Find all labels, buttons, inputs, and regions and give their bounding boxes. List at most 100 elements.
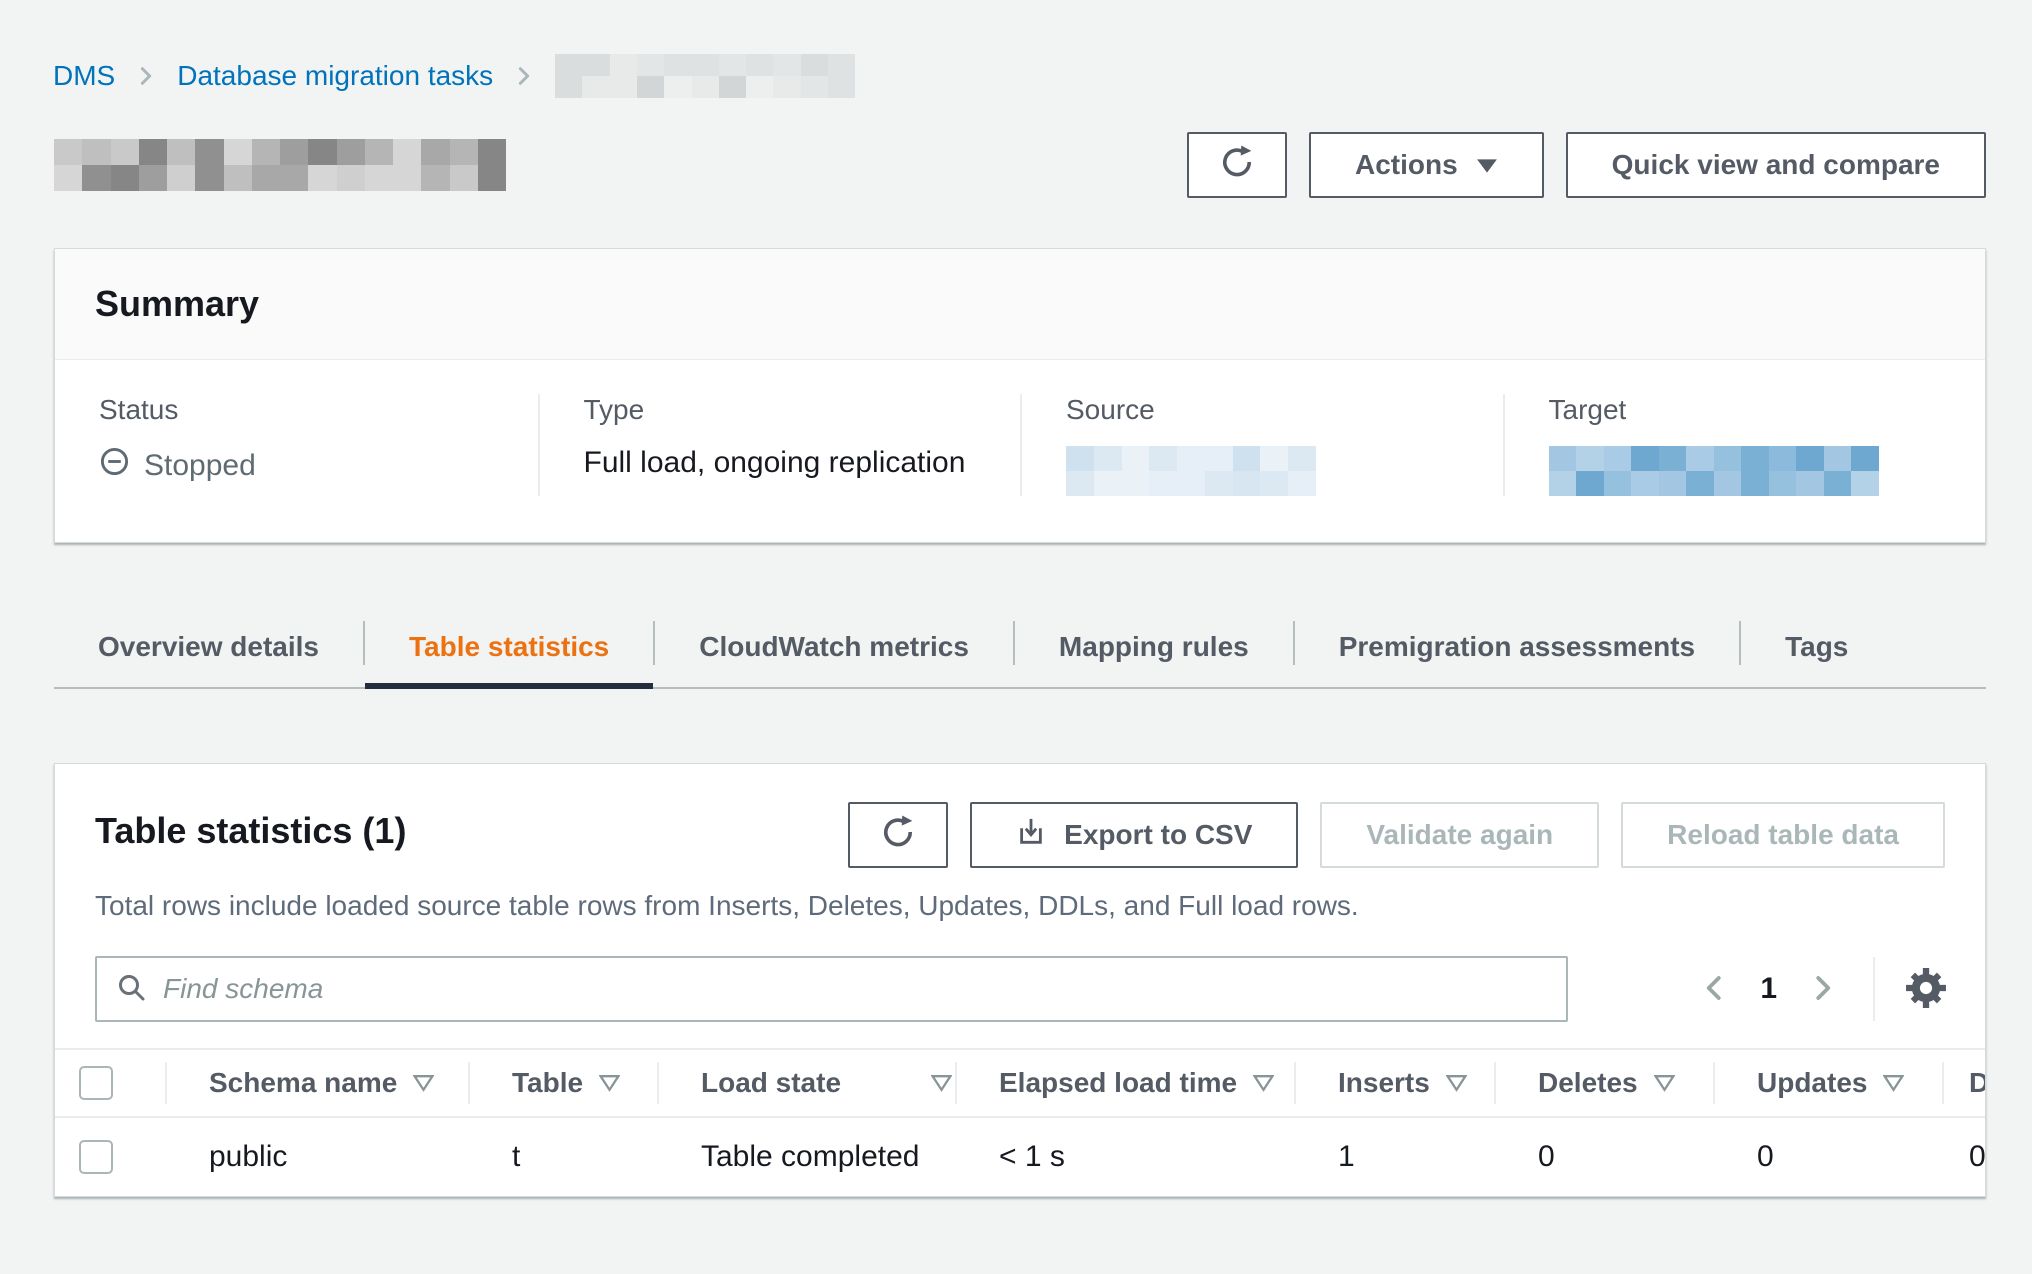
cell-ddls: 0 (1942, 1118, 1986, 1196)
gear-icon (1905, 967, 1947, 1012)
reload-table-data-button[interactable]: Reload table data (1621, 802, 1945, 868)
refresh-icon (881, 815, 915, 856)
cell-updates: 0 (1713, 1118, 1942, 1196)
column-header-ddls[interactable]: DDLs (1942, 1050, 1986, 1116)
schema-search-box (95, 956, 1568, 1022)
quick-view-and-compare-button[interactable]: Quick view and compare (1566, 132, 1986, 198)
column-label: Load state (701, 1067, 841, 1099)
previous-page-button[interactable] (1694, 971, 1736, 1008)
column-label: Schema name (209, 1067, 397, 1099)
chevron-left-icon (1700, 971, 1730, 1008)
column-label: DDLs (1969, 1067, 1986, 1099)
summary-field-type: Type Full load, ongoing replication (538, 394, 1021, 496)
search-icon (115, 971, 147, 1008)
status-label: Status (99, 394, 494, 426)
find-schema-input[interactable] (163, 973, 1548, 1005)
tab-cloudwatch-metrics[interactable]: CloudWatch metrics (655, 607, 1013, 687)
pagination: 1 (1694, 957, 1947, 1021)
column-header-elapsed-load-time[interactable]: Elapsed load time (955, 1050, 1294, 1116)
table-tool-row: 1 (55, 922, 1985, 1048)
cell-schema-name: public (165, 1118, 468, 1196)
sort-triangle-icon (1446, 1074, 1467, 1092)
column-header-deletes[interactable]: Deletes (1494, 1050, 1713, 1116)
actions-button[interactable]: Actions (1309, 132, 1544, 198)
page-header-actions: Actions Quick view and compare (1187, 132, 1986, 198)
column-header-load-state[interactable]: Load state (657, 1050, 955, 1116)
type-label: Type (584, 394, 977, 426)
actions-button-label: Actions (1355, 149, 1458, 181)
download-icon (1016, 817, 1046, 854)
current-page-number: 1 (1736, 972, 1801, 1006)
tab-bar: Overview details Table statistics CloudW… (54, 607, 1986, 689)
sort-triangle-icon (1883, 1074, 1904, 1092)
tab-overview-details[interactable]: Overview details (54, 607, 363, 687)
chevron-right-icon (513, 63, 535, 89)
cell-elapsed-load-time: < 1 s (955, 1118, 1294, 1196)
sort-triangle-icon (1654, 1074, 1675, 1092)
column-header-table[interactable]: Table (468, 1050, 657, 1116)
refresh-button[interactable] (1187, 132, 1287, 198)
tab-premigration-assessments[interactable]: Premigration assessments (1295, 607, 1739, 687)
sort-triangle-icon (413, 1074, 434, 1092)
breadcrumb-current-redacted (555, 54, 855, 98)
row-checkbox[interactable] (79, 1140, 113, 1174)
source-endpoint-link-redacted[interactable] (1066, 446, 1316, 496)
caret-down-icon (1476, 149, 1498, 181)
table-header-row: Schema name Table Load state Elapsed loa… (55, 1050, 1986, 1118)
column-header-schema-name[interactable]: Schema name (165, 1050, 468, 1116)
cell-inserts: 1 (1294, 1118, 1494, 1196)
quick-view-button-label: Quick view and compare (1612, 149, 1940, 181)
column-label: Elapsed load time (999, 1067, 1237, 1099)
export-to-csv-button[interactable]: Export to CSV (970, 802, 1298, 868)
summary-field-source: Source (1020, 394, 1503, 496)
tab-table-statistics[interactable]: Table statistics (365, 607, 653, 687)
table-settings-button[interactable] (1905, 967, 1947, 1012)
cell-table: t (468, 1118, 657, 1196)
sort-triangle-icon (599, 1074, 620, 1092)
sort-triangle-icon (1253, 1074, 1274, 1092)
tab-mapping-rules[interactable]: Mapping rules (1015, 607, 1293, 687)
table-statistics-title: Table statistics (1) (95, 802, 406, 852)
target-label: Target (1549, 394, 1942, 426)
column-header-updates[interactable]: Updates (1713, 1050, 1942, 1116)
table-statistics-panel: Table statistics (1) (54, 763, 1986, 1197)
type-value: Full load, ongoing replication (584, 446, 977, 480)
summary-panel: Summary Status Stopped Type Full load, o… (54, 248, 1986, 543)
table-statistics-table: Schema name Table Load state Elapsed loa… (55, 1048, 1986, 1196)
column-label: Deletes (1538, 1067, 1638, 1099)
validate-again-button[interactable]: Validate again (1320, 802, 1599, 868)
status-value-text: Stopped (144, 449, 256, 483)
page-title-redacted (54, 139, 506, 191)
breadcrumb: DMS Database migration tasks (0, 0, 2032, 98)
table-refresh-button[interactable] (848, 802, 948, 868)
cell-deletes: 0 (1494, 1118, 1713, 1196)
select-all-checkbox[interactable] (79, 1066, 113, 1100)
table-statistics-buttons: Export to CSV Validate again Reload tabl… (848, 802, 1945, 868)
source-label: Source (1066, 394, 1459, 426)
row-checkbox-cell (55, 1118, 165, 1196)
column-label: Table (512, 1067, 583, 1099)
summary-panel-title: Summary (55, 249, 1985, 360)
refresh-icon (1220, 145, 1254, 186)
circle-minus-icon (99, 446, 130, 485)
breadcrumb-link-dms[interactable]: DMS (53, 60, 115, 92)
status-value: Stopped (99, 446, 494, 485)
breadcrumb-link-tasks[interactable]: Database migration tasks (177, 60, 493, 92)
summary-field-status: Status Stopped (55, 394, 538, 496)
table-row: public t Table completed < 1 s 1 0 0 0 (55, 1118, 1986, 1196)
export-button-label: Export to CSV (1064, 819, 1252, 851)
column-header-inserts[interactable]: Inserts (1294, 1050, 1494, 1116)
tab-tags[interactable]: Tags (1741, 607, 1892, 687)
table-statistics-header: Table statistics (1) (55, 764, 1985, 868)
chevron-right-icon (135, 63, 157, 89)
tool-divider (1873, 957, 1875, 1021)
page-header: Actions Quick view and compare (54, 132, 1986, 198)
target-endpoint-link-redacted[interactable] (1549, 446, 1879, 496)
chevron-right-icon (1807, 971, 1837, 1008)
cell-load-state: Table completed (657, 1118, 955, 1196)
column-label: Inserts (1338, 1067, 1430, 1099)
summary-grid: Status Stopped Type Full load, ongoing r… (55, 360, 1985, 542)
next-page-button[interactable] (1801, 971, 1843, 1008)
sort-triangle-icon (931, 1074, 952, 1092)
summary-field-target: Target (1503, 394, 1986, 496)
